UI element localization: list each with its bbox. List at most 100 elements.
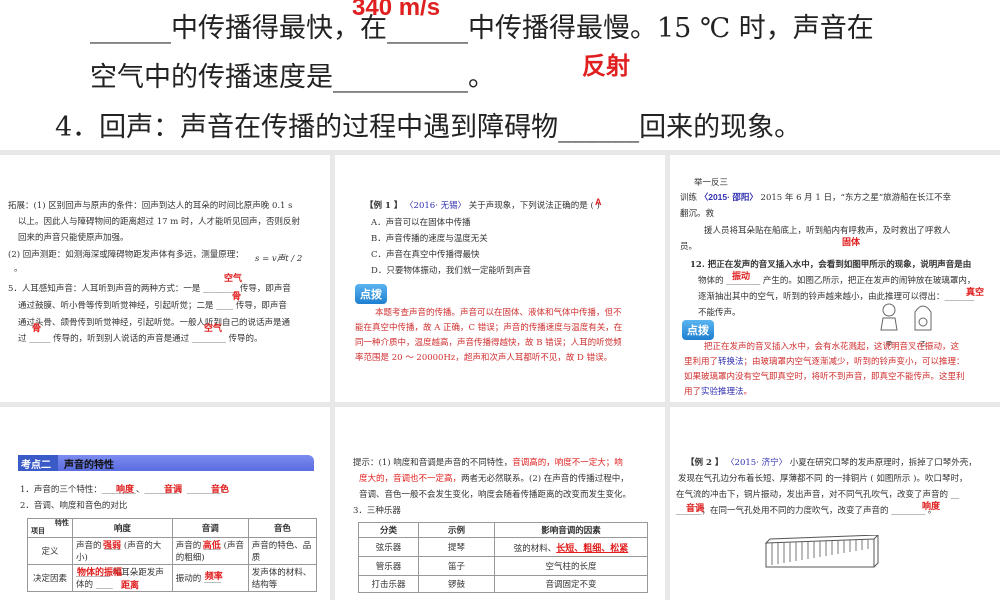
figure-illustration <box>880 303 932 331</box>
section-header: 考点二 声音的特性 <box>18 455 314 471</box>
table-cell: 锣鼓 <box>418 575 495 593</box>
text: 。 <box>743 387 753 397</box>
source: 〈2016· 无锡〉 <box>405 201 467 211</box>
table-header: 响度 <box>72 518 173 538</box>
table-cell: 发声体的材料、结构等 <box>247 564 318 592</box>
source: 〈2015· 济宁〉 <box>726 458 788 468</box>
answer: 骨 <box>232 291 242 301</box>
label: 训练 <box>680 193 698 203</box>
text-line: 在气流的冲击下，铜片振动，发出声音，对不同气孔吹气，改变了声音的 __ <box>676 490 960 500</box>
hint-line: 提示：(1) 响度和音调是声音的不同特性，音调高的，响度不一定大；响 <box>353 455 623 471</box>
text-line: 回来的声音只能使原声加强。 <box>18 233 129 243</box>
explanation: 如果玻璃罩内没有空气即真空时，将听不到声音，即真空不能传声。这里利 <box>684 372 965 382</box>
highlight: 音调高的，响度不一定大；响 <box>512 458 623 468</box>
answer: 固体 <box>842 237 861 247</box>
text-line: 通过头骨、颌骨传到听觉神经，引起听觉。一般人听到自己的说话声是通 <box>18 318 291 328</box>
text-line: 以上。因此人与障碍物间的距离超过 17 m 时，人才能听见回声，否则反射 <box>18 217 300 227</box>
source: 〈2015· 邵阳〉 <box>699 192 758 202</box>
table-header: 影响音调的因素 <box>494 522 648 538</box>
text: 2015 年 6 月 1 日，“东方之星”旅游船在长江不幸 <box>760 193 952 203</box>
option: A．声音可以在固体中传播 <box>371 218 471 228</box>
slide-thumbnail-3[interactable]: 举一反三 训练 〈2015· 邵阳〉 2015 年 6 月 1 日，“东方之星”… <box>670 155 1000 402</box>
table-row: 弦乐器 提琴 弦的材料、长短、粗细、松紧 <box>358 537 648 557</box>
harmonica-reeds-figure <box>764 535 879 568</box>
example-title: 【例 2 】 〈2015· 济宁〉 小夏在研究口琴的发声原理时，拆掉了口琴外壳， <box>686 455 977 471</box>
answer: 音色 <box>211 484 230 494</box>
table-cell: 弦的材料、长短、粗细、松紧 <box>494 537 648 557</box>
text: 两者无必然联系。(2) 在声音的传播过程中， <box>461 474 629 484</box>
hint-badge: 点拨 <box>682 320 714 340</box>
row-label: 定义 <box>27 537 73 565</box>
table-header: 示例 <box>418 522 495 538</box>
answer: 频率 <box>204 571 223 581</box>
cell-text: 弦的材料、 <box>513 543 557 554</box>
option: C．声音在真空中传播得最快 <box>371 250 480 260</box>
corner-cell: 特性 项目 <box>27 518 73 538</box>
top-line-1: ______中传播得最快，在______中传播得最慢。15 ℃ 时，声音在 <box>90 13 874 44</box>
text-line: 过 _____ 传导的，听到别人说话的声音是通过 ________ 传导的。 <box>18 334 263 344</box>
answer: 物体的振幅 <box>77 567 123 577</box>
answer: 响度 <box>116 484 135 494</box>
answer: 强弱 <box>103 540 122 550</box>
explanation: 把正在发声的音叉插入水中，会有水花溅起，这说明音叉在振动，这 <box>704 342 960 352</box>
answer: 空气 <box>204 323 223 333</box>
table-row: 定义 声音的 ____ (声音的大小) 强弱 声音的 ____ (声音的粗细) 高低… <box>27 537 318 565</box>
explanation: 本题考查声音的传播。声音可以在固体、液体和气体中传播，但不 <box>375 308 622 318</box>
text: 小夏在研究口琴的发声原理时，拆掉了口琴外壳， <box>789 458 977 468</box>
text-line: 发现在气孔边分布着长短、厚薄都不同 的一排铜片 ( 如图所示 )。吹口琴时， <box>678 474 968 484</box>
text-line: ______；在同一气孔处用不同的力度吹气，改变了声音的 ________ 。 <box>676 506 937 516</box>
answer: 空气 <box>224 273 243 283</box>
q12-line: 不能传声。 <box>698 308 741 318</box>
explanation: 里利用了转换法；由玻璃罩内空气逐渐减少，听到的铃声变小，可以推理： <box>684 354 965 370</box>
text-line: 援人员将耳朵贴在船底上，听到船内有呼救声，及时救出了呼救人 <box>704 226 951 236</box>
table-header: 分类 <box>358 522 419 538</box>
slide-thumbnail-1[interactable]: 拓展：(1) 区别回声与原声的条件：回声到达人的耳朵的时间比原声晚 0.1 s … <box>0 155 330 402</box>
slide-thumbnail-6[interactable]: 【例 2 】 〈2015· 济宁〉 小夏在研究口琴的发声原理时，拆掉了口琴外壳，… <box>670 407 1000 600</box>
text: 提示：(1) 响度和音调是声音的不同特性， <box>353 458 513 468</box>
method: 转换法 <box>718 357 744 367</box>
answer: 高低 <box>202 540 221 550</box>
table-cell: 提琴 <box>418 537 495 557</box>
slide-thumbnail-2[interactable]: 【例 1 】 〈2016· 无锡〉 关于声现象，下列说法正确的是 ( ) A A… <box>335 155 665 402</box>
top-line-3: 4．回声：声音在传播的过程中遇到障碍物______回来的现象。 <box>55 112 802 143</box>
answer: 响度 <box>922 501 941 511</box>
row-label: 决定因素 <box>27 564 73 592</box>
text-line: (2) 回声测距：如测海深或障碍物距发声体有多远，测量原理： <box>8 250 244 260</box>
text-line: 拓展：(1) 区别回声与原声的条件：回声到达人的耳朵的时间比原声晚 0.1 s <box>8 201 293 211</box>
top-line-2: 空气中的传播速度是__________。 <box>90 62 495 93</box>
comparison-table: 特性 项目 响度 音调 音色 定义 声音的 ____ (声音的大小) 强弱 声音的 … <box>27 518 318 592</box>
explanation: 同一种介质中，温度越高，声音传播得越快，故 B 错误；人耳的听觉频 <box>355 338 622 348</box>
hint-line: 度大的，音调也不一定高，两者无必然联系。(2) 在声音的传播过程中， <box>359 471 629 487</box>
section-title: 声音的特性 <box>64 460 114 471</box>
table-row: 管乐器 笛子 空气柱的长度 <box>358 556 648 576</box>
slide-thumbnail-5[interactable]: 提示：(1) 响度和音调是声音的不同特性，音调高的，响度不一定大；响 度大的，音… <box>335 407 665 600</box>
table-cell: 音调固定不变 <box>494 575 648 593</box>
slide-thumbnail-4[interactable]: 考点二 声音的特性 1．声音的三个特性：________、________、__… <box>0 407 330 600</box>
formula: s = v声t / 2 <box>255 254 303 264</box>
table-header: 音调 <box>171 518 249 538</box>
question: 关于声现象，下列说法正确的是 ( ) <box>468 201 600 211</box>
hint-line: 音调、音色一般不会发生变化，响度会随着传播距离的改变而发生变化。 <box>359 490 632 500</box>
table-header: 音色 <box>247 518 318 538</box>
example-label: 【例 2 】 <box>686 458 724 468</box>
table-cell: 空气柱的长度 <box>494 556 648 576</box>
example-label: 【例 1 】 <box>365 201 403 211</box>
method: 实验推理法 <box>701 387 744 397</box>
table-cell: 弦乐器 <box>358 537 419 557</box>
text: 用了 <box>684 387 702 397</box>
text-line: 5．人耳感知声音：人耳听到声音的两种方式：一是 ________ 传导，即声音 <box>8 284 291 294</box>
answer-reflect: 反射 <box>582 53 630 80</box>
answer-speed: 340 m/s <box>352 0 441 21</box>
answer: 音调 <box>164 484 183 494</box>
text-line: 3．三种乐器 <box>353 506 401 516</box>
answer: A <box>595 197 602 207</box>
table-cell: ________ 和耳朵距发声体的 ____ 物体的振幅 距离 <box>72 564 173 592</box>
answer: 振动 <box>732 271 751 281</box>
table-cell: 声音的特色、品质 <box>247 537 318 565</box>
table-cell: 笛子 <box>418 556 495 576</box>
answer: 真空 <box>966 287 985 297</box>
section-tag: 考点二 <box>18 455 58 471</box>
exercise-line: 训练 〈2015· 邵阳〉 2015 年 6 月 1 日，“东方之星”旅游船在长… <box>680 189 951 206</box>
answer: 骨 <box>32 323 42 333</box>
table-cell: 打击乐器 <box>358 575 419 593</box>
